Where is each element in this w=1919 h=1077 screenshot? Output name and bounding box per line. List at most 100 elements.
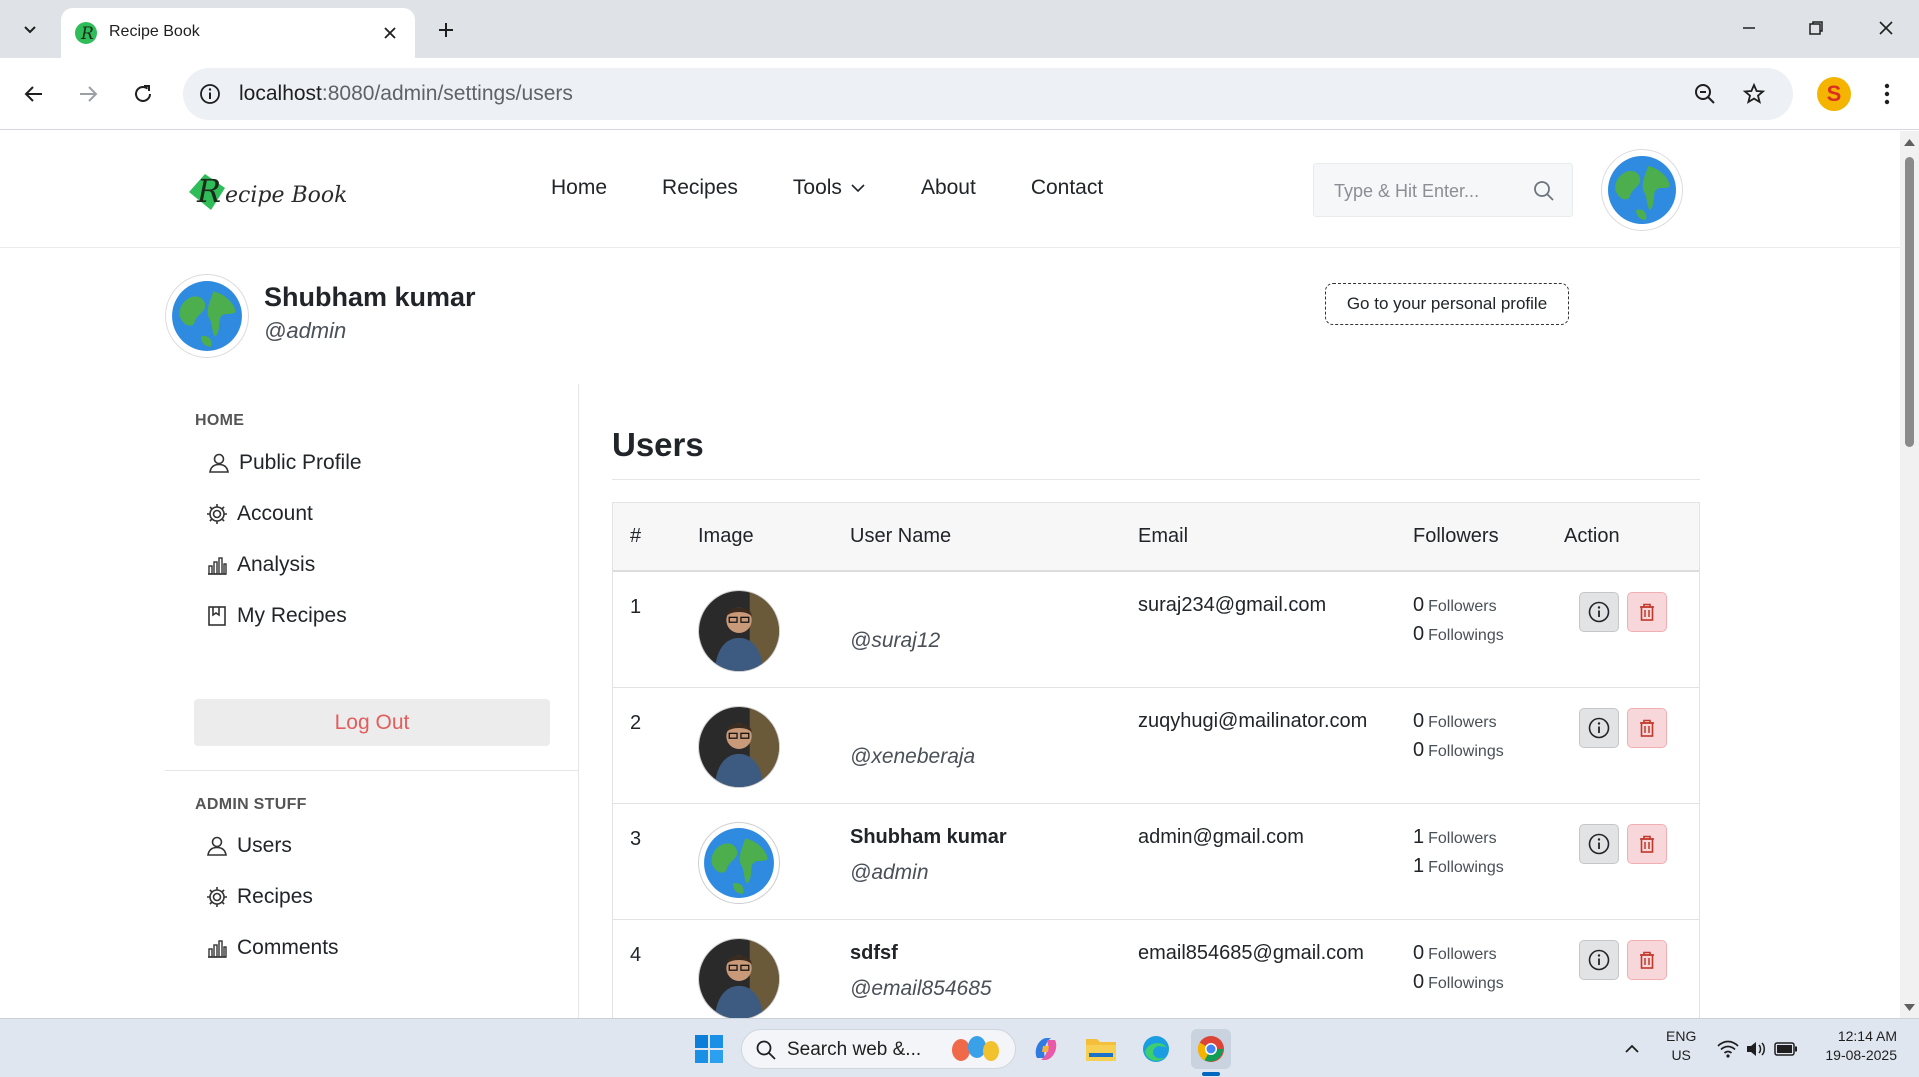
user-handle: @admin [850, 861, 929, 884]
copilot-icon[interactable] [1026, 1029, 1066, 1069]
clock[interactable]: 12:14 AM 19-08-2025 [1811, 1027, 1897, 1065]
user-icon [207, 836, 227, 856]
search-input[interactable] [1334, 178, 1524, 204]
trash-icon [1640, 603, 1654, 621]
back-arrow-icon[interactable] [14, 74, 54, 114]
browser-tab[interactable]: R Recipe Book [61, 8, 415, 58]
new-tab-plus-icon[interactable] [428, 12, 464, 48]
user-display-name: Shubham kumar [850, 826, 1007, 848]
recipe-book-favicon-icon: R [75, 22, 97, 44]
zoom-icon[interactable] [1691, 80, 1719, 108]
sidebar-divider [165, 770, 579, 771]
file-explorer-icon[interactable] [1081, 1029, 1121, 1069]
page-scrollbar[interactable] [1900, 131, 1919, 1018]
svg-text:R: R [80, 24, 94, 44]
settings-sidebar: HOME Public Profile Account Analysis My … [165, 384, 579, 1018]
nav-contact[interactable]: Contact [1031, 176, 1103, 200]
personal-profile-button[interactable]: Go to your personal profile [1325, 283, 1569, 325]
tab-search-chevron-icon[interactable] [12, 12, 48, 46]
user-avatar [698, 822, 780, 904]
col-followers: Followers [1413, 525, 1499, 547]
sidebar-item-public-profile[interactable]: Public Profile [207, 451, 362, 475]
info-button[interactable] [1579, 940, 1619, 980]
edge-browser-icon[interactable] [1136, 1029, 1176, 1069]
header-avatar[interactable] [1601, 149, 1683, 231]
scroll-up-arrow-icon[interactable] [1904, 137, 1915, 147]
browser-menu-icon[interactable] [1872, 76, 1902, 112]
taskbar-search[interactable]: Search web &... [741, 1029, 1016, 1069]
battery-icon[interactable] [1766, 1029, 1806, 1069]
sidebar-item-users[interactable]: Users [205, 834, 292, 858]
sidebar-item-admin-recipes[interactable]: Recipes [205, 885, 313, 909]
followings-count: 0 Followings [1413, 739, 1504, 761]
info-button[interactable] [1579, 824, 1619, 864]
site-search [1313, 163, 1573, 217]
col-image: Image [698, 525, 754, 547]
windows-start-icon[interactable] [689, 1029, 729, 1069]
row-index: 1 [630, 596, 642, 618]
sidebar-item-account[interactable]: Account [205, 502, 313, 526]
info-icon [1588, 601, 1610, 623]
user-email: suraj234@gmail.com [1138, 594, 1327, 616]
delete-button[interactable] [1627, 824, 1667, 864]
followers-count: 0 Followers [1413, 594, 1497, 616]
sidebar-admin-heading: ADMIN STUFF [195, 796, 307, 813]
col-email: Email [1138, 525, 1189, 547]
input-language[interactable]: ENG US [1666, 1027, 1696, 1065]
sidebar-item-analysis[interactable]: Analysis [205, 553, 315, 577]
scroll-down-arrow-icon[interactable] [1904, 1003, 1915, 1013]
nav-recipes[interactable]: Recipes [662, 176, 738, 200]
nav-about[interactable]: About [921, 176, 976, 200]
user-email: zuqyhugi@mailinator.com [1138, 710, 1368, 732]
url-text[interactable]: localhost:8080/admin/settings/users [239, 82, 573, 106]
tray-chevron-up-icon[interactable] [1612, 1029, 1652, 1069]
tab-close-icon[interactable] [377, 20, 403, 46]
followings-count: 1 Followings [1413, 855, 1504, 877]
sidebar-item-label: Analysis [237, 553, 316, 576]
chrome-browser-icon[interactable] [1191, 1029, 1231, 1069]
table-row: 3 Shubham kumar @admin admin@gmail.com 1… [613, 804, 1699, 920]
nav-tools[interactable]: Tools [793, 176, 866, 200]
followings-count: 0 Followings [1413, 623, 1504, 645]
title-divider [612, 479, 1700, 480]
followers-count: 0 Followers [1413, 942, 1497, 964]
info-button[interactable] [1579, 592, 1619, 632]
scroll-thumb[interactable] [1905, 157, 1914, 447]
restore-icon[interactable] [1791, 8, 1841, 48]
bookmark-star-icon[interactable] [1740, 80, 1768, 108]
search-icon[interactable] [1532, 179, 1556, 203]
col-action: Action [1564, 525, 1620, 547]
logout-button[interactable]: Log Out [194, 699, 550, 746]
sidebar-item-label: Account [237, 502, 313, 525]
user-display-name: sdfsf [850, 942, 898, 964]
table-row: 4 sdfsf @email854685 email854685@gmail.c… [613, 920, 1699, 1018]
delete-button[interactable] [1627, 708, 1667, 748]
chevron-down-icon [851, 184, 865, 193]
delete-button[interactable] [1627, 940, 1667, 980]
trash-icon [1640, 835, 1654, 853]
sidebar-item-label: Comments [237, 936, 339, 959]
close-window-icon[interactable] [1861, 8, 1911, 48]
delete-button[interactable] [1627, 592, 1667, 632]
info-button[interactable] [1579, 708, 1619, 748]
address-bar[interactable]: localhost:8080/admin/settings/users [183, 68, 1793, 120]
clock-date: 19-08-2025 [1825, 1047, 1897, 1063]
forward-arrow-icon[interactable] [68, 74, 108, 114]
followings-count: 0 Followings [1413, 971, 1504, 993]
main-nav: Home Recipes Tools About Contact [551, 176, 1158, 200]
minimize-icon[interactable] [1724, 8, 1774, 48]
nav-home[interactable]: Home [551, 176, 607, 200]
user-handle: @email854685 [850, 977, 992, 1000]
table-row: 1 @suraj12 suraj234@gmail.com 0 Followers… [613, 572, 1699, 688]
tab-title: Recipe Book [109, 23, 200, 40]
site-info-icon[interactable] [197, 81, 223, 107]
sidebar-item-label: My Recipes [237, 604, 347, 627]
reload-icon[interactable] [123, 74, 163, 114]
site-logo[interactable]: R ecipe Book [185, 166, 347, 216]
sidebar-item-comments[interactable]: Comments [205, 936, 339, 960]
browser-profile-avatar[interactable]: S [1817, 77, 1851, 111]
user-avatar [698, 706, 780, 788]
sidebar-item-my-recipes[interactable]: My Recipes [205, 604, 347, 628]
language-label: ENG [1666, 1028, 1697, 1044]
row-index: 4 [630, 944, 642, 966]
